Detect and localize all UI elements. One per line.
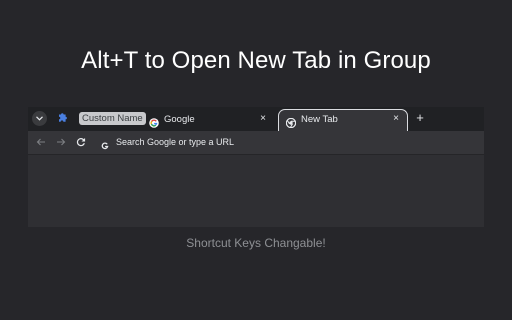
arrow-left-icon[interactable]	[34, 135, 48, 149]
google-g-icon	[149, 115, 159, 128]
tab-group-label[interactable]: Custom Name	[79, 112, 146, 125]
puzzle-icon[interactable]	[56, 112, 69, 125]
tab-new-tab[interactable]: New Tab ×	[278, 109, 408, 132]
close-icon[interactable]: ×	[390, 113, 402, 125]
tab-title: Google	[164, 114, 195, 125]
arrow-right-icon[interactable]	[54, 135, 68, 149]
chevron-down-icon[interactable]	[32, 111, 47, 126]
tab-title: New Tab	[301, 114, 338, 125]
headline: Alt+T to Open New Tab in Group	[81, 47, 431, 74]
address-bar[interactable]: Search Google or type a URL	[94, 133, 478, 152]
reload-icon[interactable]	[74, 135, 88, 149]
toolbar: Search Google or type a URL	[28, 131, 484, 155]
search-input[interactable]: Search Google or type a URL	[116, 137, 234, 147]
tab-google[interactable]: Google ×	[142, 110, 274, 131]
google-g-icon	[100, 138, 110, 150]
caption: Shortcut Keys Changable!	[186, 236, 326, 250]
page-content	[28, 155, 484, 227]
close-icon[interactable]: ×	[257, 113, 269, 125]
new-tab-button[interactable]: +	[413, 111, 427, 125]
chrome-icon	[285, 115, 297, 129]
browser-window: Custom Name Google × New Tab × + Search …	[28, 107, 484, 227]
tab-strip: Custom Name Google × New Tab × +	[28, 107, 484, 132]
